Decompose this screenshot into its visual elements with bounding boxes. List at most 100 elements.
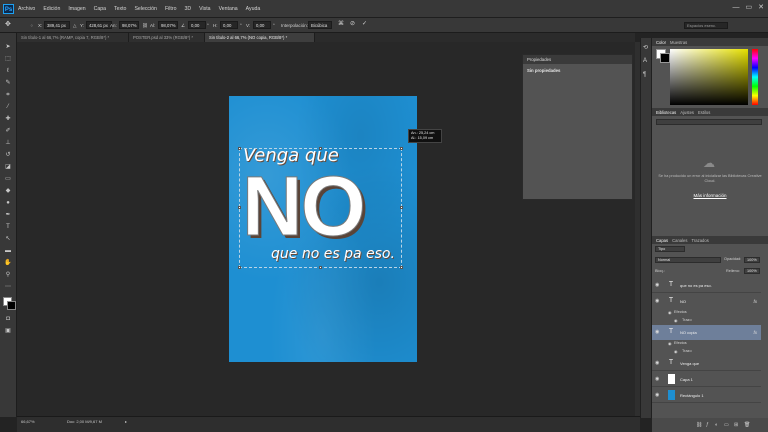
link-layers-icon[interactable]: ⛓ [696, 422, 702, 428]
brush-tool-icon[interactable]: ✐ [3, 127, 13, 136]
tab-doc-1[interactable]: Sin título-1 al 66,7% (RAMP, copia 7, RG… [17, 33, 129, 42]
hand-tool-icon[interactable]: ✋ [3, 259, 13, 268]
lasso-tool-icon[interactable]: ℓ [3, 67, 13, 76]
x-field[interactable]: 389,41 px [44, 21, 70, 29]
hue-slider[interactable] [752, 49, 758, 105]
add-style-icon[interactable]: ƒ [706, 422, 709, 428]
eraser-tool-icon[interactable]: ◪ [3, 163, 13, 172]
zoom-level[interactable]: 66,67% [21, 419, 35, 424]
tab-capas[interactable]: Capas [656, 238, 668, 243]
opacity-field[interactable]: 100% [744, 257, 760, 263]
tab-doc-3[interactable]: Sin título-2 al 66,7% (NO copia, RGB/8*)… [205, 33, 315, 42]
status-arrow-icon[interactable]: ▸ [125, 419, 127, 424]
tab-bibliotecas[interactable]: Bibliotecas [656, 110, 676, 115]
new-group-icon[interactable]: ▭ [724, 422, 729, 428]
tab-trazados[interactable]: Trazados [691, 238, 708, 243]
crop-tool-icon[interactable]: ⌗ [3, 91, 13, 100]
layer-name[interactable]: Venga que [680, 356, 699, 371]
history-brush-icon[interactable]: ↺ [3, 151, 13, 160]
color-picker-field[interactable] [670, 49, 748, 105]
menu-filtro[interactable]: Filtro [165, 6, 177, 12]
layer-row[interactable]: ◉ T NO fx [652, 294, 761, 309]
stroke-eye-icon[interactable]: ◉ [674, 318, 677, 323]
minimize-button[interactable]: — [733, 3, 740, 13]
eye-icon[interactable]: ◉ [655, 392, 659, 398]
menu-3d[interactable]: 3D [184, 6, 191, 12]
more-tools-icon[interactable]: ⋯ [3, 283, 13, 292]
tab-estilos[interactable]: Estilos [698, 110, 710, 115]
gradient-tool-icon[interactable]: ▭ [3, 175, 13, 184]
layer-name[interactable]: NO [680, 294, 686, 309]
eyedropper-icon[interactable]: ⁄ [3, 103, 13, 112]
interp-select[interactable]: Bicúbica [308, 21, 332, 29]
tab-ajustes[interactable]: Ajustes [680, 110, 694, 115]
properties-title[interactable]: Propiedades [523, 55, 632, 64]
menu-edicion[interactable]: Edición [43, 6, 60, 12]
workspace-select[interactable]: Espacios esenc. [684, 22, 728, 29]
menu-ayuda[interactable]: Ayuda [246, 6, 261, 12]
path-select-icon[interactable]: ↖ [3, 235, 13, 244]
layer-row[interactable]: ◉ T NO copia fx [652, 325, 761, 340]
layer-filter-select[interactable]: Tipo [655, 246, 685, 252]
healing-brush-icon[interactable]: ✚ [3, 115, 13, 124]
layer-name[interactable]: que no es pa eso. [680, 278, 712, 293]
shape-tool-icon[interactable]: ▬ [3, 247, 13, 256]
layer-name[interactable]: NO copia [680, 325, 697, 340]
h-skew-field[interactable]: 0,00 [220, 21, 238, 29]
paragraph-icon[interactable]: ¶ [643, 72, 646, 78]
layer-row[interactable]: ◉ Rectángulo 1 [652, 388, 761, 403]
blur-tool-icon[interactable]: ◆ [3, 187, 13, 196]
transform-bounding-box[interactable] [239, 148, 402, 268]
eye-icon[interactable]: ◉ [655, 376, 659, 382]
tab-color[interactable]: Color [656, 40, 666, 45]
marquee-tool-icon[interactable]: ⬚ [3, 55, 13, 64]
fx-icon[interactable]: fx [753, 294, 757, 309]
zoom-tool-icon[interactable]: ⚲ [3, 271, 13, 280]
transform-handle[interactable] [319, 147, 322, 150]
move-tool-icon[interactable]: ➤ [3, 43, 13, 52]
tab-doc-2[interactable]: POSTER.psd al 33% (RGB/8*) * [129, 33, 205, 42]
link-icon[interactable]: ⛓ [142, 21, 148, 30]
effects-eye-icon[interactable]: ◉ [668, 341, 671, 346]
blend-mode-select[interactable]: Normal [655, 257, 721, 263]
layer-row[interactable]: ◉ T que no es pa eso. [652, 278, 761, 293]
background-color-swatch[interactable] [7, 301, 16, 310]
height-field[interactable]: 98,07% [158, 21, 178, 29]
quick-select-icon[interactable]: ✎ [3, 79, 13, 88]
tab-canales[interactable]: Canales [672, 238, 687, 243]
delete-layer-icon[interactable]: 🗑 [744, 422, 750, 428]
width-field[interactable]: 98,07% [119, 21, 139, 29]
background-swatch[interactable] [660, 53, 670, 63]
stroke-eye-icon[interactable]: ◉ [674, 349, 677, 354]
fill-field[interactable]: 100% [744, 268, 760, 274]
menu-seleccion[interactable]: Selección [134, 6, 157, 12]
history-icon[interactable]: ⟲ [643, 44, 648, 51]
eye-icon[interactable]: ◉ [655, 282, 659, 288]
new-layer-icon[interactable]: ⊞ [734, 422, 738, 428]
eye-icon[interactable]: ◉ [655, 329, 659, 335]
eye-icon[interactable]: ◉ [655, 360, 659, 366]
pen-tool-icon[interactable]: ✒ [3, 211, 13, 220]
menu-vista[interactable]: Vista [199, 6, 210, 12]
transform-handle[interactable] [238, 147, 241, 150]
menu-texto[interactable]: Texto [114, 6, 126, 12]
layer-row[interactable]: ◉ Capa 1 [652, 372, 761, 387]
menu-capa[interactable]: Capa [94, 6, 106, 12]
commit-icon[interactable]: ✓ [362, 20, 367, 29]
transform-handle[interactable] [238, 206, 241, 209]
quick-mask-icon[interactable]: ◘ [3, 315, 13, 324]
layer-name[interactable]: Capa 1 [680, 372, 693, 387]
transform-handle[interactable] [400, 206, 403, 209]
character-icon[interactable]: A [643, 58, 647, 64]
maximize-button[interactable]: ▭ [746, 3, 753, 13]
close-button[interactable]: ✕ [758, 3, 764, 13]
v-skew-field[interactable]: 0,00 [253, 21, 271, 29]
dodge-tool-icon[interactable]: ● [3, 199, 13, 208]
move-crosshair-icon[interactable]: ✥ [5, 20, 11, 29]
layer-row[interactable]: ◉ T Venga que [652, 356, 761, 371]
menu-imagen[interactable]: Imagen [68, 6, 85, 12]
transform-handle[interactable] [238, 266, 241, 269]
clone-stamp-icon[interactable]: ⊥ [3, 139, 13, 148]
y-field[interactable]: 428,61 px [86, 21, 112, 29]
transform-handle[interactable] [400, 266, 403, 269]
